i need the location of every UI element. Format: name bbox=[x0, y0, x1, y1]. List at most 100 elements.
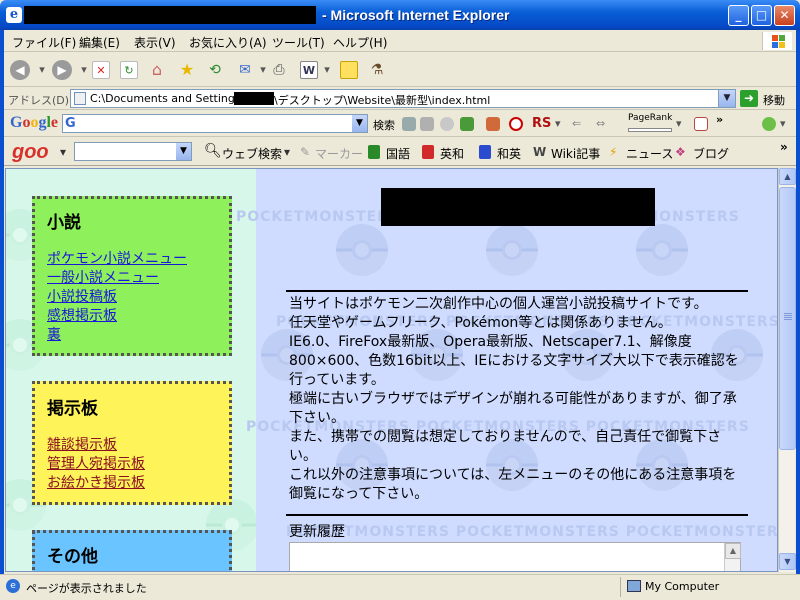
menu-tools[interactable]: ツール(T) bbox=[272, 34, 325, 51]
page-scrollbar[interactable]: ▲ ▼ bbox=[778, 168, 796, 572]
wiki-icon[interactable]: W bbox=[533, 145, 546, 159]
scroll-down-icon[interactable]: ▼ bbox=[779, 553, 796, 570]
goo-logo[interactable]: goo bbox=[12, 141, 49, 164]
address-label: アドレス(D) bbox=[8, 94, 70, 107]
blog-this-icon[interactable] bbox=[694, 117, 708, 131]
goo-search-input[interactable]: ▼ bbox=[74, 142, 192, 161]
goo-more-icon[interactable]: » bbox=[780, 140, 788, 154]
news-button[interactable]: ニュース bbox=[626, 145, 673, 162]
go-arrow-icon[interactable]: ➜ bbox=[740, 90, 758, 107]
popup-blocker-icon[interactable] bbox=[486, 117, 500, 131]
web-search-dropdown-icon[interactable]: ▾ bbox=[284, 145, 290, 159]
refresh-icon[interactable]: ↻ bbox=[120, 61, 138, 79]
scroll-up-icon[interactable]: ▲ bbox=[725, 543, 741, 559]
title-bar: e - Microsoft Internet Explorer _ □ ✕ bbox=[0, 0, 800, 30]
kokugo-dictionary-icon[interactable] bbox=[368, 145, 380, 159]
search-site-icon[interactable] bbox=[402, 117, 416, 131]
google-options-icon[interactable] bbox=[762, 117, 776, 131]
top-divider bbox=[286, 290, 748, 292]
update-history-box[interactable]: ▲ bbox=[289, 542, 741, 571]
news-lightning-icon[interactable]: ⚡ bbox=[609, 145, 617, 159]
page-icon bbox=[74, 92, 86, 105]
kokugo-button[interactable]: 国語 bbox=[386, 145, 410, 162]
rs-dropdown-icon[interactable]: ▾ bbox=[555, 117, 561, 130]
research-icon[interactable]: ⚗ bbox=[368, 61, 386, 79]
address-input[interactable]: C:\Documents and Settings\ \デスクトップ\Websi… bbox=[70, 89, 736, 108]
link-oekaki-board[interactable]: お絵かき掲示板 bbox=[47, 472, 145, 492]
google-search-dropdown-icon[interactable]: ▼ bbox=[352, 115, 367, 132]
ie-icon[interactable]: e bbox=[6, 7, 22, 23]
minimize-button[interactable]: _ bbox=[728, 5, 749, 26]
waei-button[interactable]: 和英 bbox=[497, 145, 521, 162]
menu-view[interactable]: 表示(V) bbox=[134, 34, 176, 51]
link-ura[interactable]: 裏 bbox=[47, 324, 61, 344]
menu-help[interactable]: ヘルプ(H) bbox=[333, 34, 387, 51]
forward-link-icon[interactable]: ⇔ bbox=[596, 117, 605, 130]
redacted-site-banner bbox=[381, 188, 655, 226]
link-pokemon-novel-menu[interactable]: ポケモン小説メニュー bbox=[47, 248, 187, 268]
spellcheck-icon[interactable] bbox=[509, 117, 523, 131]
discuss-icon[interactable] bbox=[340, 61, 358, 79]
pagerank-label: PageRank bbox=[628, 113, 673, 123]
edit-dropdown-icon[interactable]: ▾ bbox=[318, 61, 336, 79]
google-logo[interactable]: Google bbox=[10, 114, 58, 132]
back-link-icon[interactable]: ⇐ bbox=[572, 117, 581, 130]
goo-search-dropdown-icon[interactable]: ▼ bbox=[176, 143, 191, 160]
news-icon[interactable] bbox=[420, 117, 434, 131]
left-menu-column: 小説 ポケモン小説メニュー 一般小説メニュー 小説投稿板 感想掲示板 裏 掲示板… bbox=[6, 169, 258, 571]
menu-edit[interactable]: 編集(E) bbox=[79, 34, 120, 51]
page-viewport[interactable]: 小説 ポケモン小説メニュー 一般小説メニュー 小説投稿板 感想掲示板 裏 掲示板… bbox=[5, 168, 778, 572]
marker-button[interactable]: マーカー bbox=[315, 145, 363, 162]
eiwa-dictionary-icon[interactable] bbox=[422, 145, 434, 159]
window-frame-left bbox=[0, 30, 4, 600]
security-zone[interactable]: My Computer bbox=[620, 577, 796, 597]
address-bar: アドレス(D) C:\Documents and Settings\ \デスクト… bbox=[0, 88, 800, 110]
goo-menu-dropdown-icon[interactable]: ▾ bbox=[60, 145, 66, 159]
google-options-dropdown-icon[interactable]: ▾ bbox=[780, 117, 786, 130]
favorites-icon[interactable]: ★ bbox=[178, 61, 196, 79]
google-more-icon[interactable]: » bbox=[716, 113, 723, 126]
link-general-novel-menu[interactable]: 一般小説メニュー bbox=[47, 267, 159, 287]
image-search-icon[interactable] bbox=[460, 117, 474, 131]
back-icon[interactable]: ◀ bbox=[10, 60, 30, 80]
google-search-button[interactable]: 検索 bbox=[373, 117, 395, 133]
print-icon[interactable]: ⎙ bbox=[270, 61, 288, 79]
google-search-input[interactable]: G ▼ bbox=[62, 114, 368, 133]
back-dropdown-icon[interactable]: ▾ bbox=[33, 61, 51, 79]
marker-pen-icon[interactable]: ✎ bbox=[300, 145, 310, 159]
web-search-button[interactable]: ウェブ検索 bbox=[222, 145, 282, 162]
menu-favorites[interactable]: お気に入り(A) bbox=[189, 34, 267, 51]
scroll-thumb[interactable] bbox=[779, 187, 796, 450]
status-bar: e ページが表示されました My Computer bbox=[0, 574, 800, 600]
history-scrollbar[interactable]: ▲ bbox=[724, 543, 741, 571]
stop-icon[interactable]: ✕ bbox=[92, 61, 110, 79]
history-icon[interactable]: ⟲ bbox=[206, 61, 224, 79]
close-button[interactable]: ✕ bbox=[774, 5, 795, 26]
rs-button[interactable]: RS bbox=[532, 116, 551, 131]
menu-file[interactable]: ファイル(F) bbox=[12, 34, 76, 51]
magnifier-icon[interactable]: 🔍︎ bbox=[204, 143, 222, 159]
pagerank-icon[interactable] bbox=[440, 117, 454, 131]
menu-bar: ファイル(F) 編集(E) 表示(V) お気に入り(A) ツール(T) ヘルプ(… bbox=[0, 30, 800, 52]
forward-icon[interactable]: ▶ bbox=[52, 60, 72, 80]
computer-icon bbox=[627, 580, 641, 592]
link-admin-board[interactable]: 管理人宛掲示板 bbox=[47, 453, 145, 473]
waei-dictionary-icon[interactable] bbox=[479, 145, 491, 159]
redacted-username bbox=[234, 92, 274, 105]
home-icon[interactable]: ⌂ bbox=[148, 61, 166, 79]
blog-icon[interactable]: ❖ bbox=[675, 145, 686, 159]
link-chat-board[interactable]: 雑談掲示板 bbox=[47, 434, 117, 454]
edit-icon[interactable]: W bbox=[300, 61, 318, 79]
link-novel-post-board[interactable]: 小説投稿板 bbox=[47, 286, 117, 306]
pagerank-dropdown-icon[interactable]: ▾ bbox=[676, 117, 682, 130]
wiki-button[interactable]: Wiki記事 bbox=[551, 145, 600, 162]
forward-dropdown-icon[interactable]: ▾ bbox=[75, 61, 93, 79]
mail-icon[interactable]: ✉ bbox=[236, 61, 254, 79]
eiwa-button[interactable]: 英和 bbox=[440, 145, 464, 162]
scroll-up-icon[interactable]: ▲ bbox=[779, 168, 796, 185]
address-dropdown-icon[interactable]: ▼ bbox=[718, 90, 735, 107]
blog-button[interactable]: ブログ bbox=[693, 145, 729, 162]
maximize-button[interactable]: □ bbox=[751, 5, 772, 26]
link-impressions-board[interactable]: 感想掲示板 bbox=[47, 305, 117, 325]
go-button[interactable]: 移動 bbox=[763, 92, 785, 108]
